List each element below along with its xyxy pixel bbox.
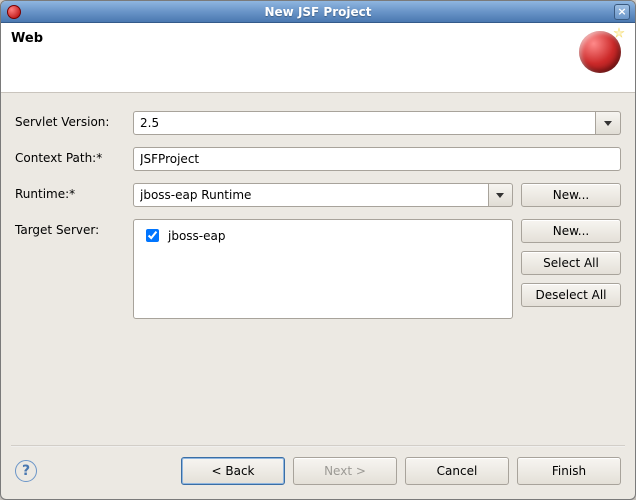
close-icon: × bbox=[617, 5, 626, 18]
target-server-item[interactable]: jboss-eap bbox=[142, 226, 504, 245]
servlet-version-dropdown-button[interactable] bbox=[596, 111, 621, 135]
dialog-window: New JSF Project × Web Servlet Version: C… bbox=[0, 0, 636, 500]
runtime-row: New... bbox=[133, 183, 621, 207]
runtime-input[interactable] bbox=[133, 183, 489, 207]
target-server-checkbox[interactable] bbox=[146, 229, 159, 242]
target-server-row: jboss-eap New... Select All Deselect All bbox=[133, 219, 621, 319]
next-button[interactable]: Next > bbox=[293, 457, 397, 485]
back-button[interactable]: < Back bbox=[181, 457, 285, 485]
titlebar-left bbox=[5, 5, 23, 19]
close-button[interactable]: × bbox=[614, 4, 630, 20]
footer-buttons: < Back Next > Cancel Finish bbox=[181, 457, 621, 485]
servlet-version-combo[interactable] bbox=[133, 111, 621, 135]
runtime-new-button[interactable]: New... bbox=[521, 183, 621, 207]
target-server-side-buttons: New... Select All Deselect All bbox=[521, 219, 621, 307]
context-path-label: Context Path:* bbox=[15, 147, 127, 165]
help-button[interactable]: ? bbox=[15, 460, 37, 482]
wizard-footer: ? < Back Next > Cancel Finish bbox=[1, 447, 635, 499]
wizard-header: Web bbox=[1, 23, 635, 93]
servlet-version-label: Servlet Version: bbox=[15, 111, 127, 129]
form-grid: Servlet Version: Context Path:* Runtime:… bbox=[15, 111, 621, 319]
target-server-name: jboss-eap bbox=[168, 229, 225, 243]
chevron-down-icon bbox=[604, 121, 612, 126]
select-all-button[interactable]: Select All bbox=[521, 251, 621, 275]
runtime-label: Runtime:* bbox=[15, 183, 127, 201]
wizard-orb-icon bbox=[579, 31, 621, 73]
titlebar: New JSF Project × bbox=[1, 1, 635, 23]
deselect-all-button[interactable]: Deselect All bbox=[521, 283, 621, 307]
app-icon bbox=[7, 5, 21, 19]
finish-button[interactable]: Finish bbox=[517, 457, 621, 485]
target-new-button[interactable]: New... bbox=[521, 219, 621, 243]
cancel-button[interactable]: Cancel bbox=[405, 457, 509, 485]
target-server-label: Target Server: bbox=[15, 219, 127, 237]
servlet-version-input[interactable] bbox=[133, 111, 596, 135]
help-icon: ? bbox=[22, 463, 30, 479]
page-title: Web bbox=[11, 31, 43, 46]
chevron-down-icon bbox=[496, 193, 504, 198]
window-title: New JSF Project bbox=[23, 5, 613, 19]
context-path-input[interactable] bbox=[133, 147, 621, 171]
runtime-dropdown-button[interactable] bbox=[489, 183, 513, 207]
runtime-combo[interactable] bbox=[133, 183, 513, 207]
target-server-list[interactable]: jboss-eap bbox=[133, 219, 513, 319]
titlebar-right: × bbox=[613, 4, 631, 20]
wizard-content: Servlet Version: Context Path:* Runtime:… bbox=[1, 93, 635, 433]
